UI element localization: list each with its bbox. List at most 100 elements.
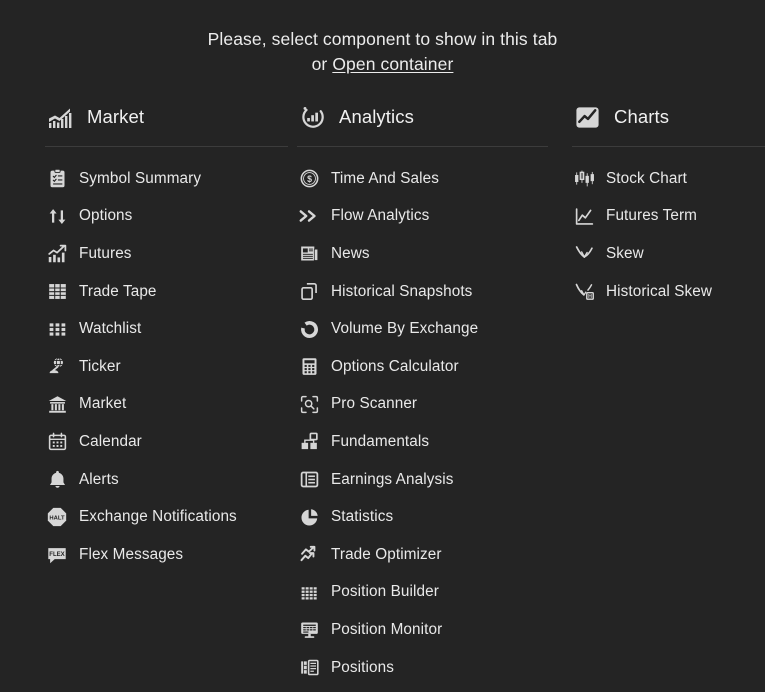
component-columns: Market Symbol Summary Options Futures Tr… [0, 95, 765, 686]
dot-grid-icon [45, 317, 69, 341]
component-item-news[interactable]: News [297, 235, 550, 273]
component-label: Historical Skew [606, 282, 713, 300]
component-label: Trade Tape [79, 282, 157, 300]
component-item-time-and-sales[interactable]: $ Time And Sales [297, 160, 550, 198]
column-analytics: Analytics $ Time And Sales Flow Analytic… [275, 95, 550, 686]
column-header-market: Market [45, 95, 275, 139]
component-item-flex-messages[interactable]: FLEX Flex Messages [45, 536, 275, 574]
component-item-positions[interactable]: Positions [297, 649, 550, 687]
component-label: Calendar [79, 432, 142, 450]
newspaper-icon [297, 242, 321, 266]
component-label: Position Builder [331, 583, 439, 601]
component-label: Options [79, 207, 133, 225]
component-item-ticker[interactable]: Ticker [45, 348, 275, 386]
prompt-line-2-prefix: or [311, 54, 333, 74]
component-item-futures[interactable]: Futures [45, 235, 275, 273]
column-divider-market [45, 146, 288, 147]
component-item-options-calculator[interactable]: Options Calculator [297, 348, 550, 386]
clipboard-list-icon [45, 167, 69, 191]
component-label: Exchange Notifications [79, 508, 237, 526]
component-label: Statistics [331, 508, 394, 526]
component-label: Fundamentals [331, 432, 430, 450]
component-item-trade-tape[interactable]: Trade Tape [45, 273, 275, 311]
globe-stand-icon [45, 355, 69, 379]
table-grid-icon [45, 280, 69, 304]
component-label: Symbol Summary [79, 169, 202, 187]
component-label: Trade Optimizer [331, 545, 442, 563]
component-item-trade-optimizer[interactable]: Trade Optimizer [297, 536, 550, 574]
component-label: Futures Term [606, 207, 698, 225]
candlestick-icon [572, 167, 596, 191]
svg-text:HALT: HALT [49, 516, 65, 522]
component-item-earnings-analysis[interactable]: Earnings Analysis [297, 461, 550, 499]
component-label: Pro Scanner [331, 395, 418, 413]
bar-chart-trend-icon [45, 242, 69, 266]
component-item-exchange-notifications[interactable]: HALT Exchange Notifications [45, 498, 275, 536]
flex-message-bubble-icon: FLEX [45, 543, 69, 567]
component-item-pro-scanner[interactable]: Pro Scanner [297, 386, 550, 424]
column-title-analytics: Analytics [339, 106, 414, 127]
component-item-calendar[interactable]: Calendar [45, 423, 275, 461]
layers-copy-icon [297, 280, 321, 304]
skew-curve-icon [572, 242, 596, 266]
bell-icon [45, 468, 69, 492]
component-item-statistics[interactable]: Statistics [297, 498, 550, 536]
column-header-charts: Charts [572, 95, 765, 139]
component-label: Historical Snapshots [331, 282, 473, 300]
component-item-watchlist[interactable]: Watchlist [45, 310, 275, 348]
list-panel-icon [297, 468, 321, 492]
component-item-futures-term[interactable]: Futures Term [572, 198, 765, 236]
calculator-icon [297, 355, 321, 379]
column-divider-analytics [297, 146, 548, 147]
prompt-message: Please, select component to show in this… [0, 27, 765, 77]
component-label: Earnings Analysis [331, 470, 454, 488]
svg-text:$: $ [307, 174, 312, 184]
component-label: Options Calculator [331, 357, 459, 375]
component-label: Ticker [79, 357, 121, 375]
svg-text:FLEX: FLEX [49, 552, 64, 558]
component-item-stock-chart[interactable]: Stock Chart [572, 160, 765, 198]
prompt-line-2: or Open container [0, 52, 765, 77]
component-item-options[interactable]: Options [45, 198, 275, 236]
component-picker-screen: Please, select component to show in this… [0, 0, 765, 692]
analytics-circle-bars-icon [297, 102, 327, 132]
component-label: Time And Sales [331, 169, 439, 187]
component-item-position-monitor[interactable]: Position Monitor [297, 611, 550, 649]
component-item-historical-snapshots[interactable]: Historical Snapshots [297, 273, 550, 311]
historical-skew-icon: H [572, 280, 596, 304]
component-label: Volume By Exchange [331, 320, 479, 338]
component-item-skew[interactable]: Skew [572, 235, 765, 273]
component-label: Flex Messages [79, 545, 184, 563]
component-item-market[interactable]: Market [45, 386, 275, 424]
monitor-screen-icon [297, 618, 321, 642]
positions-panel-icon [297, 656, 321, 680]
component-item-position-builder[interactable]: Position Builder [297, 574, 550, 612]
bank-building-icon [45, 392, 69, 416]
dollar-circle-icon: $ [297, 167, 321, 191]
charts-zigzag-tile-icon [572, 102, 602, 132]
component-label: Stock Chart [606, 169, 688, 187]
dense-grid-icon [297, 580, 321, 604]
component-item-fundamentals[interactable]: Fundamentals [297, 423, 550, 461]
pie-chart-icon [297, 505, 321, 529]
component-item-volume-by-exchange[interactable]: Volume By Exchange [297, 310, 550, 348]
component-item-alerts[interactable]: Alerts [45, 461, 275, 499]
column-title-charts: Charts [614, 106, 670, 127]
open-container-link[interactable]: Open container [332, 54, 453, 74]
column-charts: Charts Stock Chart Futures Term Skew H H… [550, 95, 765, 310]
up-down-arrows-icon [45, 204, 69, 228]
double-chevron-right-icon [297, 204, 321, 228]
component-item-symbol-summary[interactable]: Symbol Summary [45, 160, 275, 198]
scan-search-icon [297, 392, 321, 416]
column-market: Market Symbol Summary Options Futures Tr… [0, 95, 288, 574]
trend-up-arrow-icon [297, 543, 321, 567]
component-item-flow-analytics[interactable]: Flow Analytics [297, 198, 550, 236]
blocks-hierarchy-icon [297, 430, 321, 454]
donut-chart-icon [297, 317, 321, 341]
component-item-historical-skew[interactable]: H Historical Skew [572, 273, 765, 311]
market-growth-chart-icon [45, 102, 75, 132]
component-label: Alerts [79, 470, 119, 488]
component-label: Position Monitor [331, 620, 443, 638]
column-divider-charts [572, 146, 765, 147]
component-label: News [331, 244, 370, 262]
